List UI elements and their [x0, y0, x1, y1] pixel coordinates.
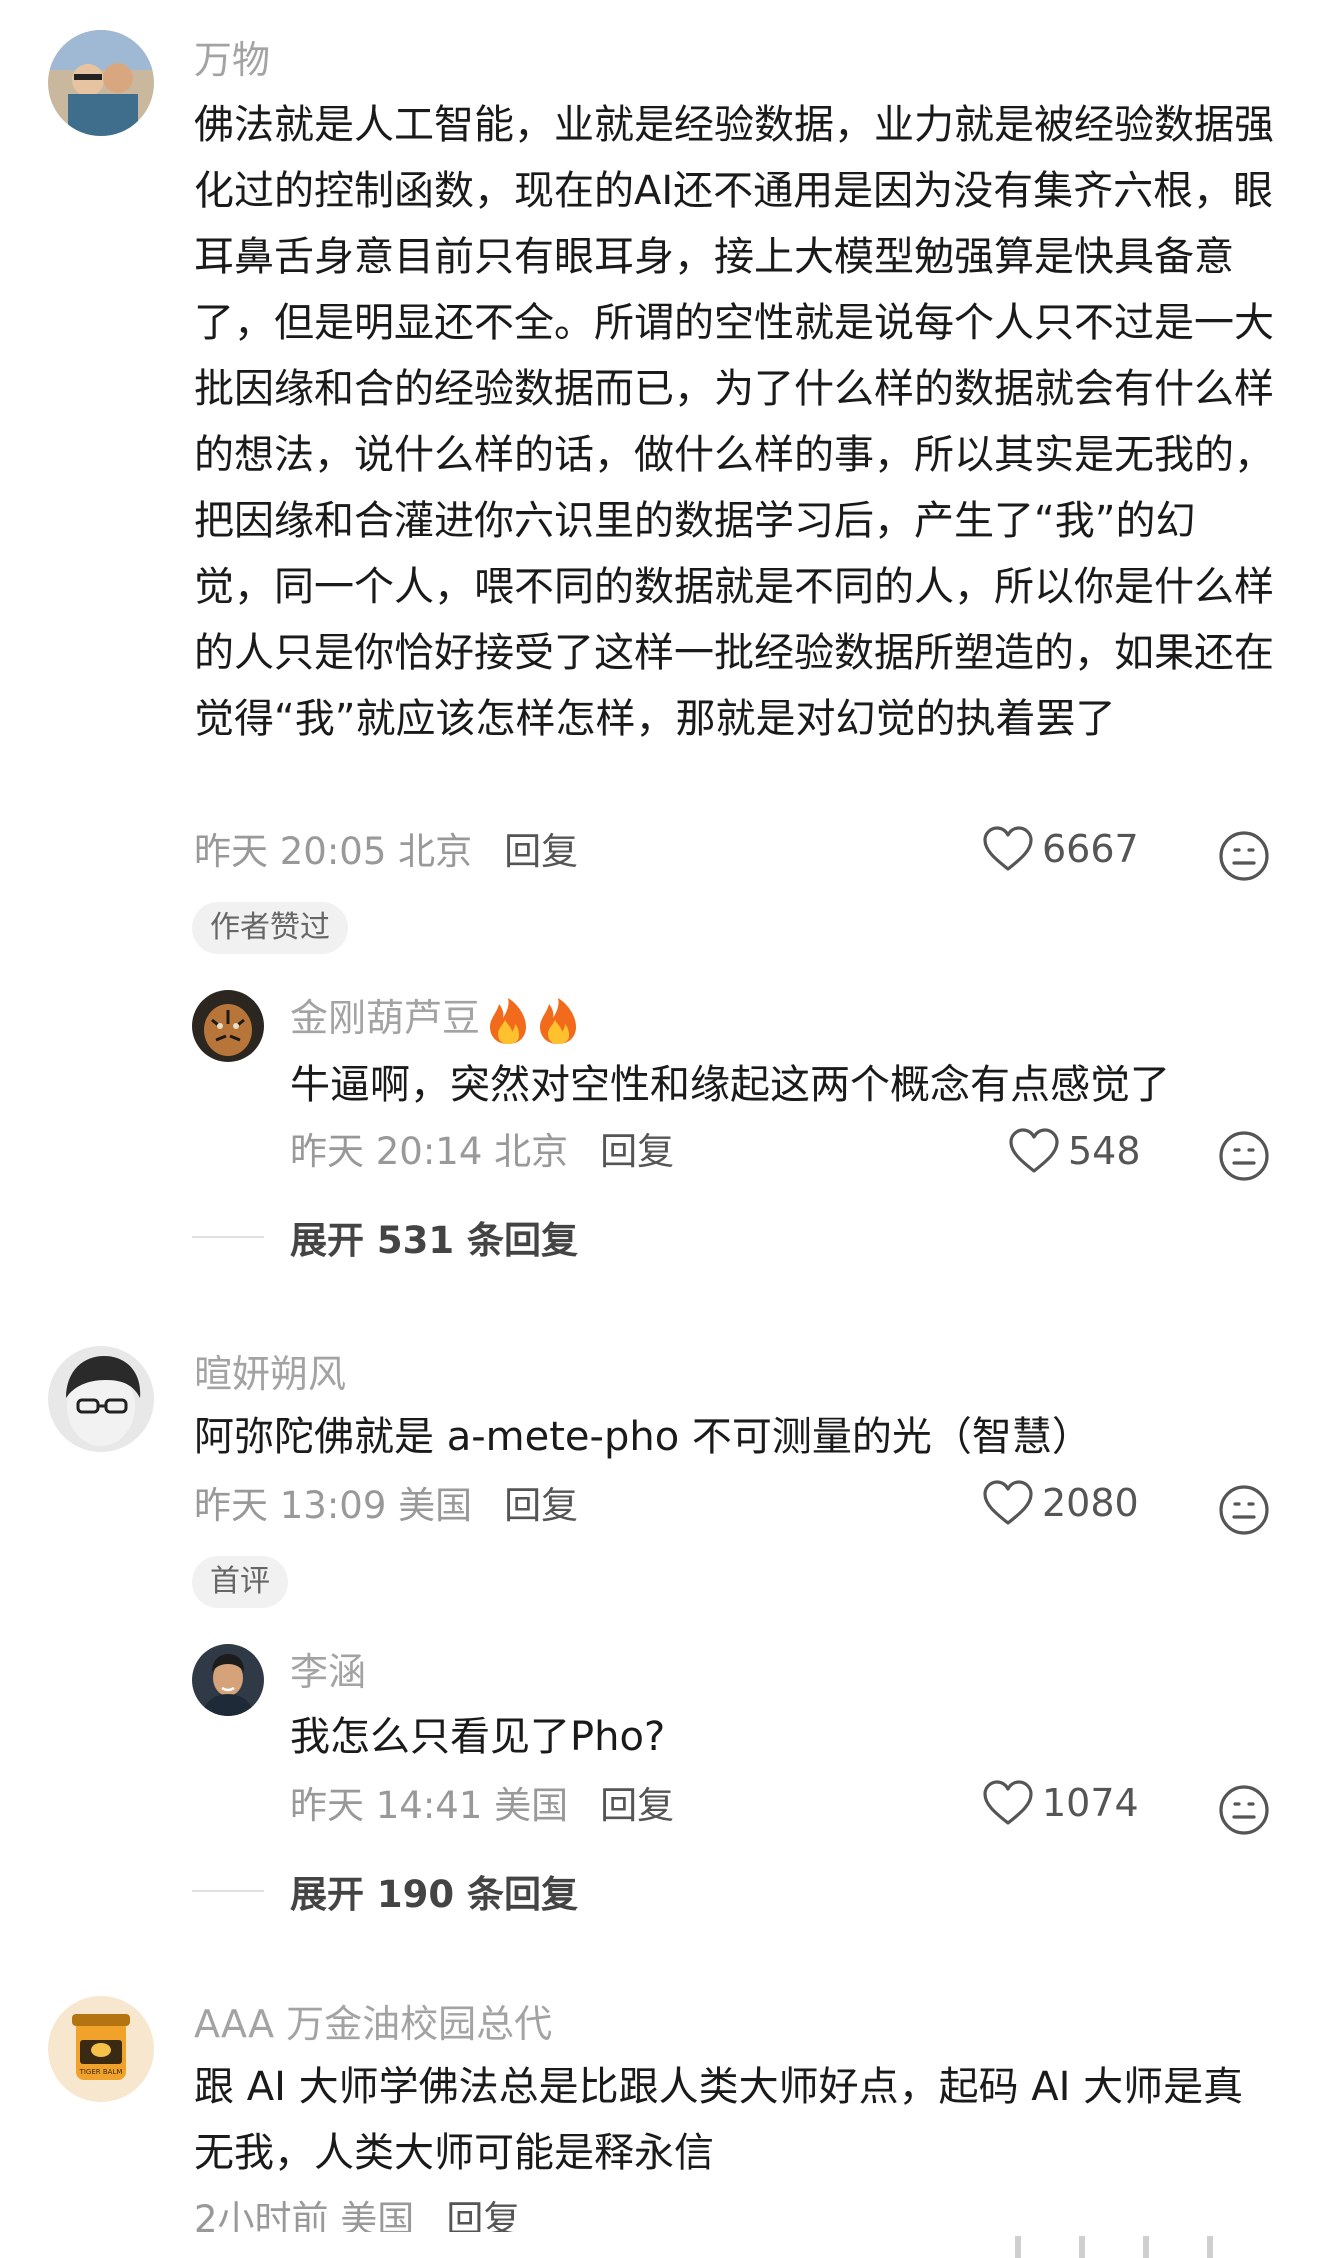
reply-like-button[interactable]: 1074	[982, 1780, 1139, 1826]
neutral-face-icon[interactable]	[1218, 1784, 1270, 1836]
expand-replies-button[interactable]: 展开 531 条回复	[192, 1210, 578, 1264]
username[interactable]: AAA 万金油校园总代	[194, 2000, 552, 2048]
avatar-jar-label: TIGER BALM	[79, 2068, 123, 2076]
reply-button[interactable]: 回复	[504, 830, 578, 873]
reply-like-button[interactable]: 548	[1008, 1128, 1141, 1174]
reply-time-location: 昨天 14:41 美国	[290, 1784, 569, 1827]
reply-username[interactable]: 李涵	[290, 1648, 366, 1696]
like-count: 548	[1068, 1129, 1141, 1173]
bottom-gesture-area	[0, 2232, 1320, 2258]
comment-text: 阿弥陀佛就是 a-mete-pho 不可测量的光（智慧）	[194, 1414, 1092, 1460]
comment-meta: 昨天 20:05 北京 回复	[194, 828, 578, 876]
comment-meta: 昨天 13:09 美国 回复	[194, 1482, 578, 1530]
like-button[interactable]: 2080	[982, 1480, 1139, 1526]
reply-user-avatar[interactable]	[192, 990, 264, 1062]
fire-emoji-icon	[490, 997, 527, 1044]
comment-3: TIGER BALM AAA 万金油校园总代 跟 AI 大师学佛法总是比跟人类大…	[0, 1984, 1320, 2258]
user-avatar[interactable]	[48, 30, 154, 136]
user-avatar[interactable]: TIGER BALM	[48, 1996, 154, 2102]
comment-time-location: 昨天 20:05 北京	[194, 830, 473, 873]
fire-emoji-icon	[540, 997, 577, 1044]
comment-text: 佛法就是人工智能，业就是经验数据，业力就是被经验数据强化过的控制函数，现在的AI…	[194, 102, 1274, 742]
neutral-face-icon[interactable]	[1218, 1130, 1270, 1182]
like-count: 2080	[1042, 1481, 1139, 1525]
heart-outline-icon	[1009, 1128, 1059, 1173]
reply-username[interactable]: 金刚葫芦豆	[290, 994, 580, 1046]
reply-time-location: 昨天 20:14 北京	[290, 1130, 569, 1173]
comment-text: 跟 AI 大师学佛法总是比跟人类大师好点，起码 AI 大师是真无我，人类大师可能…	[194, 2064, 1244, 2176]
reply-user-avatar[interactable]	[192, 1644, 264, 1716]
divider-line	[192, 1890, 264, 1892]
reply-text: 我怎么只看见了Pho?	[290, 1714, 666, 1760]
user-avatar[interactable]	[48, 1346, 154, 1452]
reply-button[interactable]: 回复	[504, 1484, 578, 1527]
author-liked-badge: 作者赞过	[192, 902, 348, 954]
first-comment-badge: 首评	[192, 1556, 288, 1608]
heart-outline-icon	[983, 1480, 1033, 1525]
like-button[interactable]: 6667	[982, 826, 1139, 872]
neutral-face-icon[interactable]	[1218, 830, 1270, 882]
like-count: 1074	[1042, 1781, 1139, 1825]
comment-1: 万物 佛法就是人工智能，业就是经验数据，业力就是被经验数据强化过的控制函数，现在…	[0, 0, 1320, 1262]
comment-2: 暄妍朔风 阿弥陀佛就是 a-mete-pho 不可测量的光（智慧） 昨天 13:…	[0, 1330, 1320, 1916]
comment-time-location: 昨天 13:09 美国	[194, 1484, 473, 1527]
like-count: 6667	[1042, 827, 1139, 871]
heart-outline-icon	[983, 1780, 1033, 1825]
username[interactable]: 暄妍朔风	[194, 1350, 346, 1398]
reply-text: 牛逼啊，突然对空性和缘起这两个概念有点感觉了	[290, 1062, 1170, 1108]
username[interactable]: 万物	[194, 36, 270, 84]
neutral-face-icon[interactable]	[1218, 1484, 1270, 1536]
reply-button[interactable]: 回复	[600, 1784, 674, 1827]
reply-meta: 昨天 20:14 北京 回复	[290, 1128, 674, 1176]
reply-meta: 昨天 14:41 美国 回复	[290, 1782, 674, 1830]
reply-button[interactable]: 回复	[600, 1130, 674, 1173]
heart-outline-icon	[983, 826, 1033, 871]
divider-line	[192, 1236, 264, 1238]
expand-replies-button[interactable]: 展开 190 条回复	[192, 1864, 578, 1918]
